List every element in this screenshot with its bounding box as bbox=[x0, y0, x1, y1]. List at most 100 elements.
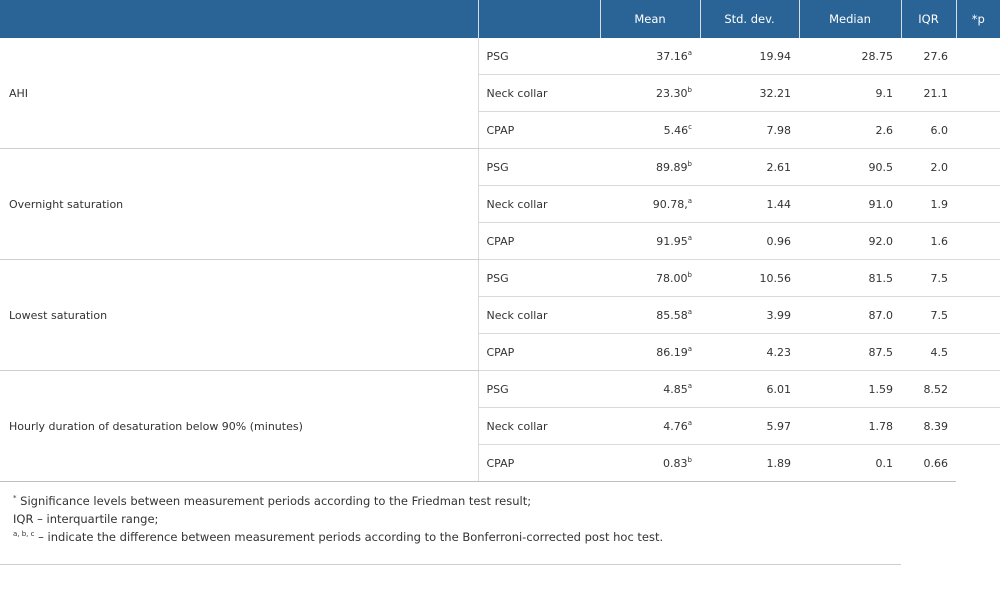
group-label-lowest-saturation: Lowest saturation bbox=[0, 259, 478, 371]
mean-value: 4.76 bbox=[663, 419, 688, 433]
p-cell bbox=[956, 222, 1000, 260]
header-mean: Mean bbox=[599, 0, 700, 38]
condition-cell: CPAP bbox=[477, 444, 600, 482]
results-table: Mean Std. dev. Median IQR *p AHI PSG 37.… bbox=[0, 0, 1000, 482]
footnote-significance: * Significance levels between measuremen… bbox=[13, 492, 663, 510]
page: Mean Std. dev. Median IQR *p AHI PSG 37.… bbox=[0, 0, 1000, 600]
median-cell: 81.5 bbox=[799, 259, 901, 297]
iqr-cell: 8.39 bbox=[901, 407, 956, 445]
mean-cell: 4.85a bbox=[600, 370, 700, 408]
mean-cell: 78.00b bbox=[600, 259, 700, 297]
sd-cell: 0.96 bbox=[700, 222, 799, 260]
mean-value: 37.16 bbox=[656, 49, 688, 63]
iqr-cell: 27.6 bbox=[901, 38, 956, 75]
mean-superscript: c bbox=[688, 122, 692, 131]
mean-superscript: a bbox=[687, 48, 692, 57]
header-median: Median bbox=[798, 0, 901, 38]
p-cell bbox=[956, 445, 1000, 482]
table-footnotes: * Significance levels between measuremen… bbox=[13, 492, 663, 546]
sd-cell: 3.99 bbox=[700, 296, 799, 334]
header-iqr: IQR bbox=[900, 0, 956, 38]
mean-value: 5.46 bbox=[663, 123, 689, 137]
iqr-cell: 1.9 bbox=[901, 185, 956, 223]
mean-superscript: a bbox=[687, 307, 692, 316]
p-cell bbox=[956, 259, 1000, 297]
p-cell bbox=[956, 296, 1000, 334]
sd-cell: 19.94 bbox=[700, 38, 799, 75]
table-row: Hourly duration of desaturation below 90… bbox=[0, 370, 1000, 482]
footnote-iqr: IQR – interquartile range; bbox=[13, 510, 663, 528]
condition-cell: CPAP bbox=[477, 222, 600, 260]
group-label-overnight-saturation: Overnight saturation bbox=[0, 148, 478, 260]
header-condition bbox=[477, 0, 600, 38]
iqr-cell: 0.66 bbox=[901, 444, 956, 482]
sd-cell: 4.23 bbox=[700, 333, 799, 371]
condition-cell: Neck collar bbox=[477, 185, 600, 223]
mean-cell: 86.19a bbox=[600, 333, 700, 371]
mean-superscript: a bbox=[687, 196, 692, 205]
iqr-cell: 7.5 bbox=[901, 259, 956, 297]
group-label-hourly-desaturation: Hourly duration of desaturation below 90… bbox=[0, 370, 478, 482]
mean-superscript: b bbox=[687, 270, 692, 279]
mean-value: 78.00 bbox=[656, 271, 688, 285]
footnote-posthoc: a, b, c – indicate the difference betwee… bbox=[13, 528, 663, 546]
condition-cell: CPAP bbox=[477, 111, 600, 149]
mean-value: 23.30 bbox=[656, 86, 688, 100]
mean-superscript: a bbox=[687, 233, 692, 242]
median-cell: 28.75 bbox=[799, 38, 901, 75]
mean-superscript: b bbox=[687, 85, 692, 94]
mean-cell: 89.89b bbox=[600, 148, 700, 186]
table-body: AHI PSG 37.16a 19.94 28.75 27.6 Neck col… bbox=[0, 38, 1000, 482]
sd-cell: 6.01 bbox=[700, 370, 799, 408]
mean-value: 89.89 bbox=[656, 160, 688, 174]
condition-cell: PSG bbox=[477, 38, 600, 75]
median-cell: 0.1 bbox=[799, 444, 901, 482]
mean-cell: 91.95a bbox=[600, 222, 700, 260]
condition-cell: PSG bbox=[477, 370, 600, 408]
mean-cell: 4.76a bbox=[600, 407, 700, 445]
iqr-cell: 7.5 bbox=[901, 296, 956, 334]
median-cell: 2.6 bbox=[799, 111, 901, 149]
median-cell: 91.0 bbox=[799, 185, 901, 223]
footnote-text: – indicate the difference between measur… bbox=[34, 530, 664, 544]
footnote-text: Significance levels between measurement … bbox=[16, 494, 532, 508]
mean-value: 0.83 bbox=[663, 456, 688, 470]
mean-value: 90.78, bbox=[652, 197, 688, 211]
header-p: *p bbox=[955, 0, 1000, 38]
sd-cell: 1.44 bbox=[700, 185, 799, 223]
footnote-text: IQR – interquartile range; bbox=[13, 512, 159, 526]
iqr-cell: 4.5 bbox=[901, 333, 956, 371]
mean-cell: 23.30b bbox=[600, 74, 700, 112]
mean-superscript: b bbox=[687, 159, 692, 168]
table-header: Mean Std. dev. Median IQR *p bbox=[0, 0, 1000, 38]
median-cell: 90.5 bbox=[799, 148, 901, 186]
mean-value: 4.85 bbox=[663, 382, 688, 396]
iqr-cell: 8.52 bbox=[901, 370, 956, 408]
median-cell: 87.0 bbox=[799, 296, 901, 334]
footer-divider bbox=[0, 564, 901, 565]
mean-cell: 85.58a bbox=[600, 296, 700, 334]
iqr-cell: 1.6 bbox=[901, 222, 956, 260]
p-cell bbox=[956, 74, 1000, 112]
median-cell: 87.5 bbox=[799, 333, 901, 371]
table-row: Overnight saturation PSG 89.89b 2.61 90.… bbox=[0, 148, 1000, 260]
condition-cell: PSG bbox=[477, 259, 600, 297]
median-cell: 9.1 bbox=[799, 74, 901, 112]
p-cell bbox=[956, 185, 1000, 223]
header-variable bbox=[0, 0, 478, 38]
sd-cell: 1.89 bbox=[700, 444, 799, 482]
table-row: Lowest saturation PSG 78.00b 10.56 81.5 … bbox=[0, 259, 1000, 371]
p-cell bbox=[956, 370, 1000, 408]
iqr-cell: 2.0 bbox=[901, 148, 956, 186]
mean-superscript: a bbox=[687, 344, 692, 353]
p-cell bbox=[956, 111, 1000, 149]
mean-cell: 90.78,a bbox=[600, 185, 700, 223]
mean-superscript: b bbox=[687, 455, 692, 464]
sd-cell: 5.97 bbox=[700, 407, 799, 445]
mean-value: 86.19 bbox=[656, 345, 688, 359]
p-cell bbox=[956, 38, 1000, 75]
sd-cell: 7.98 bbox=[700, 111, 799, 149]
mean-value: 85.58 bbox=[656, 308, 688, 322]
sd-cell: 10.56 bbox=[700, 259, 799, 297]
iqr-cell: 21.1 bbox=[901, 74, 956, 112]
